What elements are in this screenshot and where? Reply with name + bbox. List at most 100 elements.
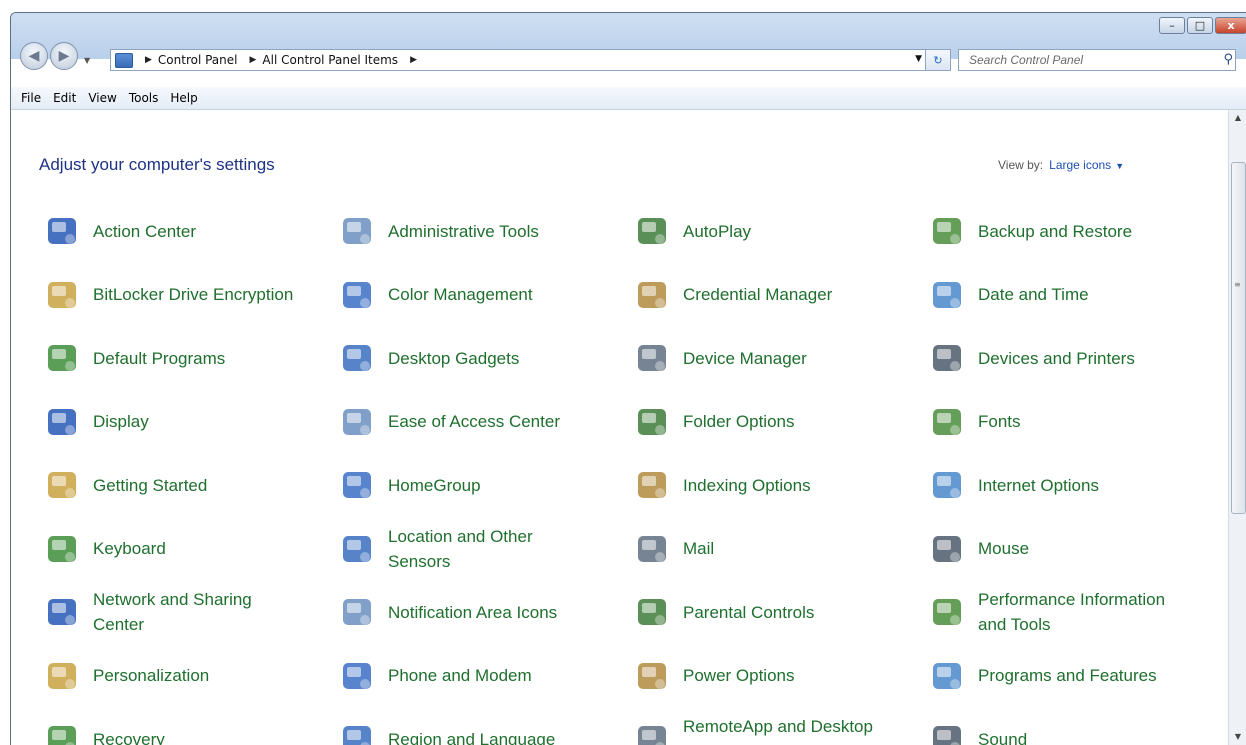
scroll-up-icon[interactable]: ▲ (1229, 110, 1246, 126)
control-panel-item[interactable]: Mouse (926, 522, 1188, 576)
control-panel-item-label[interactable]: Notification Area Icons (388, 600, 598, 625)
control-panel-item-label[interactable]: AutoPlay (683, 219, 893, 244)
control-panel-item-label[interactable]: Personalization (93, 663, 303, 688)
control-panel-item-label[interactable]: Fonts (978, 409, 1188, 434)
close-button[interactable]: x (1215, 17, 1246, 34)
forward-button[interactable]: ▶ (50, 42, 78, 70)
address-bar[interactable]: ▶ Control Panel ▶ All Control Panel Item… (110, 49, 947, 71)
breadcrumb-all-items[interactable]: All Control Panel Items (262, 53, 398, 67)
control-panel-item[interactable]: Backup and Restore (926, 204, 1188, 258)
breadcrumb-arrow-icon[interactable]: ▶ (145, 55, 152, 65)
control-panel-item[interactable]: Internet Options (926, 458, 1188, 512)
control-panel-item[interactable]: Programs and Features (926, 649, 1188, 703)
control-panel-item-label[interactable]: Action Center (93, 219, 303, 244)
control-panel-item[interactable]: Devices and Printers (926, 331, 1188, 385)
control-panel-item-label[interactable]: Credential Manager (683, 282, 893, 307)
chevron-down-icon[interactable]: ▼ (1115, 161, 1124, 171)
control-panel-item-label[interactable]: Keyboard (93, 536, 303, 561)
control-panel-item-label[interactable]: HomeGroup (388, 473, 598, 498)
menu-file[interactable]: File (21, 91, 41, 105)
control-panel-item[interactable]: Mail (631, 522, 893, 576)
control-panel-item[interactable]: Phone and Modem (336, 649, 598, 703)
control-panel-item[interactable]: Display (41, 395, 303, 449)
control-panel-item-label[interactable]: Date and Time (978, 282, 1188, 307)
control-panel-item[interactable]: Indexing Options (631, 458, 893, 512)
control-panel-item-label[interactable]: Devices and Printers (978, 346, 1188, 371)
control-panel-item[interactable]: Region and Language (336, 712, 598, 745)
scrollbar-thumb[interactable] (1231, 162, 1246, 514)
recent-pages-chevron-icon[interactable]: ▼ (84, 56, 90, 65)
control-panel-item-label[interactable]: Location and Other Sensors (388, 524, 598, 574)
control-panel-item[interactable]: BitLocker Drive Encryption (41, 268, 303, 322)
control-panel-item-label[interactable]: Parental Controls (683, 600, 893, 625)
control-panel-item-label[interactable]: Mail (683, 536, 893, 561)
control-panel-item-label[interactable]: Desktop Gadgets (388, 346, 598, 371)
scroll-down-icon[interactable]: ▼ (1229, 729, 1246, 745)
minimize-button[interactable]: – (1159, 17, 1185, 34)
control-panel-item-label[interactable]: Backup and Restore (978, 219, 1188, 244)
control-panel-item[interactable]: Recovery (41, 712, 303, 745)
control-panel-item[interactable]: Performance Information and Tools (926, 585, 1188, 639)
control-panel-item-label[interactable]: Network and Sharing Center (93, 587, 303, 637)
back-button[interactable]: ◀ (20, 42, 48, 70)
control-panel-item[interactable]: Keyboard (41, 522, 303, 576)
control-panel-item-label[interactable]: Sound (978, 727, 1188, 745)
control-panel-item-label[interactable]: Default Programs (93, 346, 303, 371)
breadcrumb-arrow-icon[interactable]: ▶ (410, 55, 417, 65)
control-panel-item[interactable]: Default Programs (41, 331, 303, 385)
control-panel-item[interactable]: Credential Manager (631, 268, 893, 322)
maximize-button[interactable]: □ (1187, 17, 1213, 34)
control-panel-item[interactable]: RemoteApp and Desktop Connections (631, 712, 893, 745)
control-panel-item[interactable]: Network and Sharing Center (41, 585, 303, 639)
view-by-dropdown[interactable]: Large icons (1049, 158, 1111, 172)
control-panel-item[interactable]: Desktop Gadgets (336, 331, 598, 385)
control-panel-item-label[interactable]: Display (93, 409, 303, 434)
control-panel-item[interactable]: Color Management (336, 268, 598, 322)
menu-view[interactable]: View (88, 91, 116, 105)
control-panel-item-label[interactable]: Mouse (978, 536, 1188, 561)
control-panel-item-label[interactable]: Administrative Tools (388, 219, 598, 244)
control-panel-item[interactable]: HomeGroup (336, 458, 598, 512)
control-panel-item-label[interactable]: Performance Information and Tools (978, 587, 1188, 637)
control-panel-item[interactable]: Ease of Access Center (336, 395, 598, 449)
control-panel-item-label[interactable]: Getting Started (93, 473, 303, 498)
control-panel-item-label[interactable]: Internet Options (978, 473, 1188, 498)
menu-tools[interactable]: Tools (129, 91, 159, 105)
control-panel-item-label[interactable]: Phone and Modem (388, 663, 598, 688)
control-panel-item-label[interactable]: Programs and Features (978, 663, 1188, 688)
address-dropdown-icon[interactable]: ▼ (915, 54, 922, 64)
control-panel-item[interactable]: Personalization (41, 649, 303, 703)
search-box[interactable]: ⚲ (958, 49, 1236, 71)
control-panel-item-label[interactable]: Device Manager (683, 346, 893, 371)
breadcrumb-control-panel[interactable]: Control Panel (158, 53, 238, 67)
search-input[interactable] (967, 52, 1201, 68)
control-panel-item[interactable]: Sound (926, 712, 1188, 745)
refresh-button[interactable]: ↻ (925, 49, 951, 71)
control-panel-item[interactable]: Folder Options (631, 395, 893, 449)
control-panel-item[interactable]: Notification Area Icons (336, 585, 598, 639)
control-panel-item-label[interactable]: Power Options (683, 663, 893, 688)
control-panel-item[interactable]: Getting Started (41, 458, 303, 512)
search-icon[interactable]: ⚲ (1223, 52, 1233, 67)
menu-help[interactable]: Help (170, 91, 197, 105)
control-panel-item[interactable]: Date and Time (926, 268, 1188, 322)
control-panel-item-label[interactable]: Ease of Access Center (388, 409, 598, 434)
control-panel-item-label[interactable]: Recovery (93, 727, 303, 745)
control-panel-item-label[interactable]: Region and Language (388, 727, 598, 745)
vertical-scrollbar[interactable]: ▲ ≡ ▼ (1228, 110, 1246, 745)
control-panel-item-label[interactable]: Color Management (388, 282, 598, 307)
breadcrumb-arrow-icon[interactable]: ▶ (250, 55, 257, 65)
control-panel-item[interactable]: Location and Other Sensors (336, 522, 598, 576)
control-panel-item-label[interactable]: RemoteApp and Desktop Connections (683, 714, 893, 745)
control-panel-item[interactable]: Administrative Tools (336, 204, 598, 258)
control-panel-item[interactable]: Parental Controls (631, 585, 893, 639)
control-panel-item[interactable]: Fonts (926, 395, 1188, 449)
control-panel-item[interactable]: Device Manager (631, 331, 893, 385)
control-panel-item[interactable]: AutoPlay (631, 204, 893, 258)
control-panel-item[interactable]: Power Options (631, 649, 893, 703)
control-panel-item-label[interactable]: Indexing Options (683, 473, 893, 498)
control-panel-item-label[interactable]: BitLocker Drive Encryption (93, 282, 303, 307)
control-panel-item-label[interactable]: Folder Options (683, 409, 893, 434)
control-panel-item[interactable]: Action Center (41, 204, 303, 258)
menu-edit[interactable]: Edit (53, 91, 76, 105)
